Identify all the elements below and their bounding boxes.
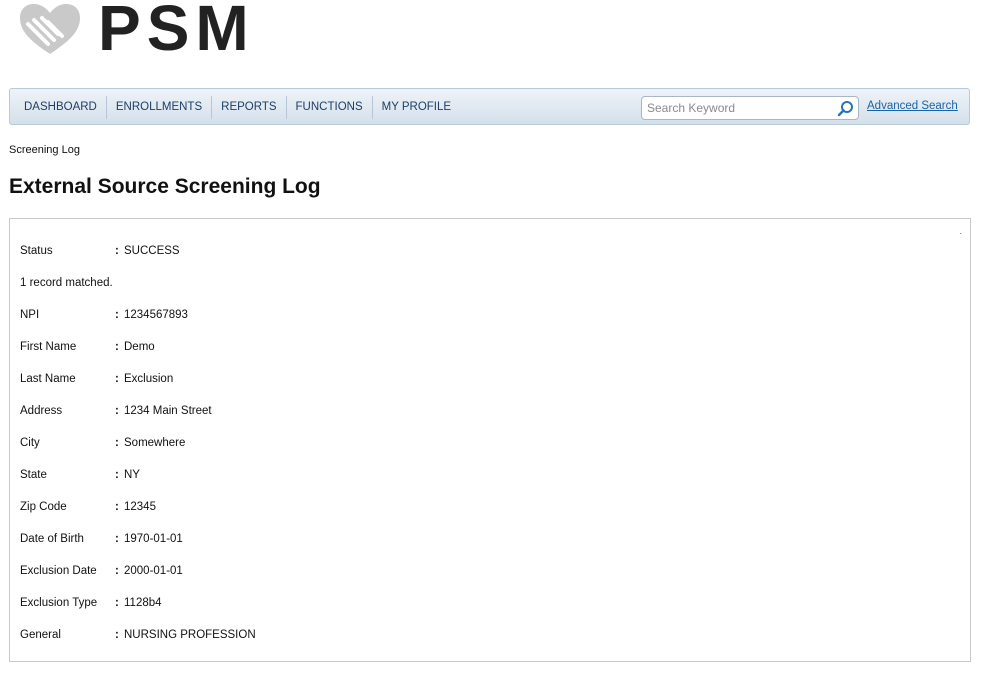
field-value: 1970-01-01 xyxy=(124,533,183,545)
field-separator: : xyxy=(115,245,119,257)
field-label: Exclusion Type xyxy=(20,597,98,609)
field-value: 1128b4 xyxy=(124,597,162,609)
page-title: External Source Screening Log xyxy=(9,175,321,198)
field-value: 1234 Main Street xyxy=(124,405,212,417)
panel-corner-mark: . xyxy=(959,226,962,236)
field-value: Somewhere xyxy=(124,437,186,449)
field-label: Last Name xyxy=(20,373,76,385)
field-separator: : xyxy=(115,597,119,609)
status-value: SUCCESS xyxy=(124,245,180,257)
field-label: State xyxy=(20,469,47,481)
hands-heart-icon xyxy=(20,4,80,54)
field-label: Exclusion Date xyxy=(20,565,97,577)
search-box xyxy=(641,96,859,120)
record-count-text: 1 record matched. xyxy=(20,277,113,289)
psm-logo[interactable]: PSM xyxy=(18,0,278,64)
nav-item-dashboard[interactable]: DASHBOARD xyxy=(15,96,107,119)
breadcrumb: Screening Log xyxy=(9,144,80,156)
field-label: City xyxy=(20,437,40,449)
field-separator: : xyxy=(115,437,119,449)
field-separator: : xyxy=(115,565,119,577)
field-separator: : xyxy=(115,309,119,321)
field-label: Address xyxy=(20,405,63,417)
search-icon[interactable] xyxy=(837,100,854,117)
field-label: First Name xyxy=(20,341,77,353)
field-separator: : xyxy=(115,405,119,417)
field-label: Date of Birth xyxy=(20,533,84,545)
nav-item-enrollments[interactable]: ENROLLMENTS xyxy=(107,96,213,119)
nav-item-my-profile[interactable]: MY PROFILE xyxy=(373,96,460,119)
field-separator: : xyxy=(115,373,119,385)
field-separator: : xyxy=(115,533,119,545)
field-label: Status xyxy=(20,245,53,257)
field-separator: : xyxy=(115,629,119,641)
advanced-search-link[interactable]: Advanced Search xyxy=(867,100,958,112)
field-separator: : xyxy=(115,469,119,481)
field-label: General xyxy=(20,629,61,641)
field-separator: : xyxy=(115,501,119,513)
field-value: 2000-01-01 xyxy=(124,565,183,577)
field-value: 12345 xyxy=(124,501,156,513)
field-value: NURSING PROFESSION xyxy=(124,629,256,641)
field-separator: : xyxy=(115,341,119,353)
field-label: Zip Code xyxy=(20,501,67,513)
field-value: Demo xyxy=(124,341,155,353)
nav-menu: DASHBOARD ENROLLMENTS REPORTS FUNCTIONS … xyxy=(15,96,460,119)
main-navbar: DASHBOARD ENROLLMENTS REPORTS FUNCTIONS … xyxy=(9,88,970,125)
nav-item-functions[interactable]: FUNCTIONS xyxy=(287,96,373,119)
field-value: Exclusion xyxy=(124,373,174,385)
search-input[interactable] xyxy=(647,100,832,116)
field-label: NPI xyxy=(20,309,40,321)
logo-text: PSM xyxy=(98,0,255,64)
screening-result-panel: . Status : SUCCESS 1 record matched. NPI… xyxy=(9,218,971,662)
field-value: NY xyxy=(124,469,140,481)
nav-item-reports[interactable]: REPORTS xyxy=(212,96,287,119)
field-value: 1234567893 xyxy=(124,309,188,321)
